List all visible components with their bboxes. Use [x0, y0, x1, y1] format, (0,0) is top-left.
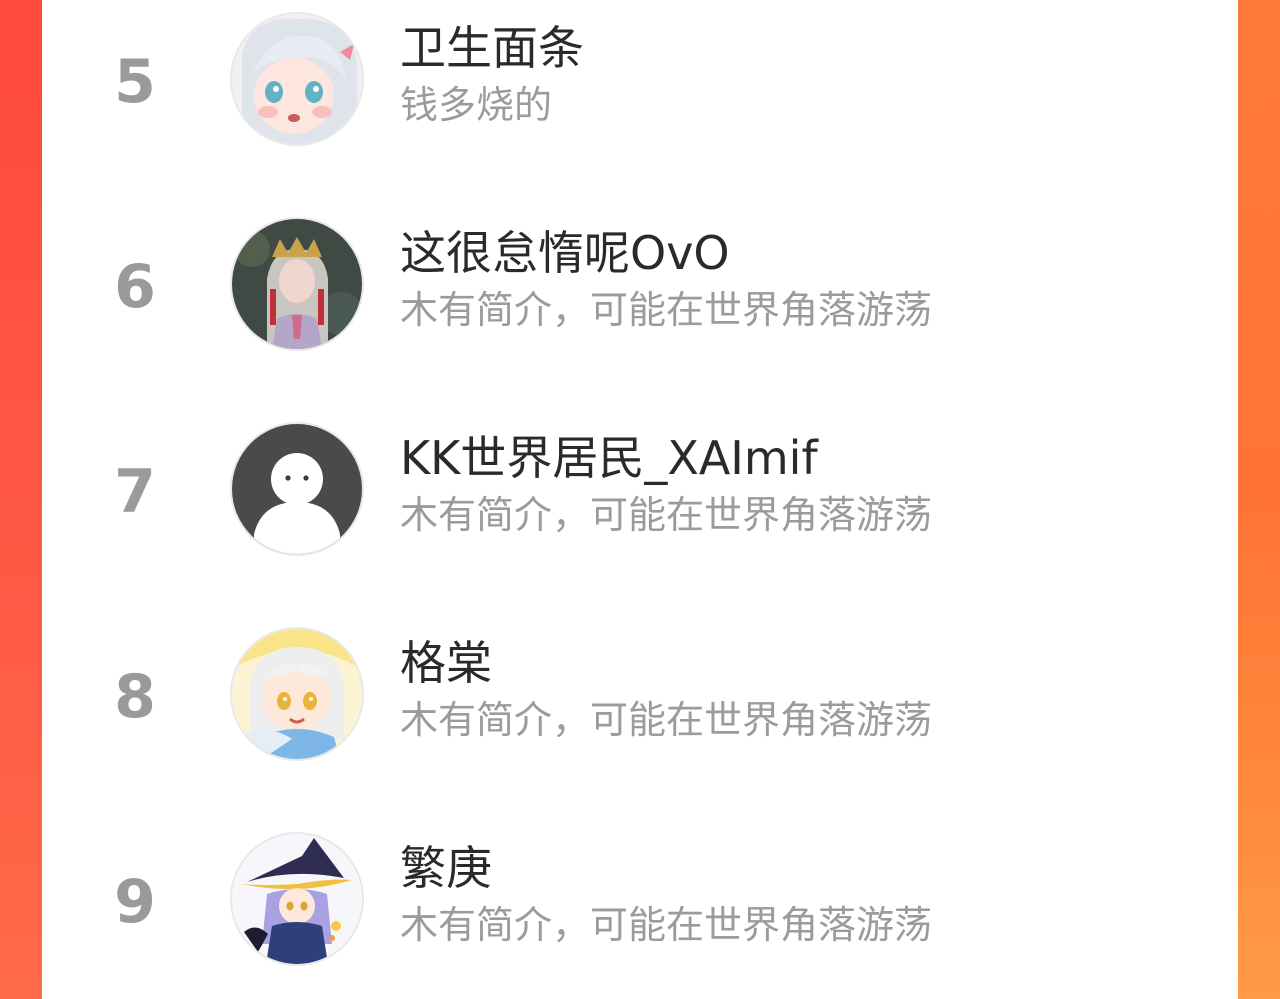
default-ghost-avatar-icon[interactable]	[232, 424, 362, 554]
user-name[interactable]: KK世界居民_XAImif	[400, 435, 818, 481]
ranking-item[interactable]: 9 繁庚 木有简介，可能在世界角落游荡	[42, 820, 1238, 999]
user-name[interactable]: 卫生面条	[400, 25, 584, 71]
ranking-item[interactable]: 5 卫生面条 钱多烧的	[42, 0, 1238, 180]
user-name[interactable]: 这很怠惰呢OvO	[400, 230, 730, 276]
user-name[interactable]: 格棠	[400, 640, 492, 686]
ranking-panel[interactable]: 5 卫生面条 钱多烧的 6 这很怠惰呢OvO 木有简介，可能在世界角落游荡 7 …	[42, 0, 1238, 999]
rank-number: 9	[114, 867, 156, 937]
witch-girl-avatar-icon[interactable]	[232, 834, 362, 964]
rank-number: 6	[114, 252, 156, 322]
cosplay-photo-avatar-icon[interactable]	[232, 219, 362, 349]
ranking-item[interactable]: 7 KK世界居民_XAImif 木有简介，可能在世界角落游荡	[42, 410, 1238, 590]
user-bio: 木有简介，可能在世界角落游荡	[400, 903, 933, 947]
user-bio: 木有简介，可能在世界角落游荡	[400, 698, 933, 742]
anime-girl-avatar-icon[interactable]	[232, 14, 362, 144]
user-bio: 木有简介，可能在世界角落游荡	[400, 288, 933, 332]
user-name[interactable]: 繁庚	[400, 845, 492, 891]
left-gradient-border	[0, 0, 42, 999]
rank-number: 7	[114, 457, 156, 527]
right-gradient-border	[1238, 0, 1280, 999]
user-bio: 钱多烧的	[400, 83, 553, 127]
rank-number: 8	[114, 662, 156, 732]
ranking-item[interactable]: 6 这很怠惰呢OvO 木有简介，可能在世界角落游荡	[42, 205, 1238, 385]
ranking-screen: 5 卫生面条 钱多烧的 6 这很怠惰呢OvO 木有简介，可能在世界角落游荡 7 …	[0, 0, 1280, 999]
rank-number: 5	[114, 47, 156, 117]
ranking-item[interactable]: 8 格棠 木有简介，可能在世界角落游荡	[42, 615, 1238, 795]
user-bio: 木有简介，可能在世界角落游荡	[400, 493, 933, 537]
anime-boy-avatar-icon[interactable]	[232, 629, 362, 759]
